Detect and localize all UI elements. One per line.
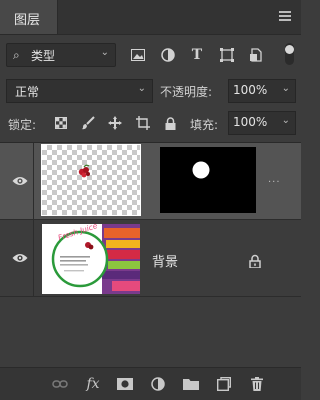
background-thumbnail[interactable]: Fresh Juice: [42, 224, 140, 294]
tab-layers-label: 图层: [14, 13, 41, 28]
layer-divider: [33, 143, 34, 219]
lock-label: 锁定:: [8, 118, 37, 132]
layer-style-fx-icon[interactable]: fx: [85, 376, 101, 392]
filter-type-icon[interactable]: T: [189, 47, 205, 63]
layers-bottom-toolbar: fx: [0, 367, 301, 400]
filter-shape-icon[interactable]: [219, 47, 235, 63]
filter-pixel-icon[interactable]: [130, 47, 146, 63]
opacity-value: 100%: [233, 83, 268, 97]
chevron-down-icon: ⌄: [281, 115, 290, 126]
search-icon: ⌕: [13, 48, 20, 62]
filter-kind-label: 类型: [31, 49, 56, 63]
filter-adjustment-icon[interactable]: [160, 47, 176, 63]
new-group-folder-icon[interactable]: [183, 376, 199, 392]
layer-filter-row: ⌕ 类型 ⌄ T: [0, 35, 301, 73]
lock-brush-icon[interactable]: [80, 115, 96, 131]
opacity-input[interactable]: 100% ⌄: [228, 79, 296, 103]
new-adjustment-icon[interactable]: [150, 376, 166, 392]
visibility-eye-icon[interactable]: [12, 252, 28, 264]
fill-label: 填充:: [190, 118, 219, 132]
lock-artboard-icon[interactable]: [135, 115, 151, 131]
panel-menu-icon[interactable]: [279, 11, 291, 21]
blend-row: 正常 ⌄ 不透明度: 100% ⌄: [0, 76, 301, 104]
lock-all-icon[interactable]: [162, 115, 178, 131]
chevron-down-icon: ⌄: [137, 83, 146, 94]
chevron-down-icon: ⌄: [100, 47, 109, 58]
fill-input[interactable]: 100% ⌄: [228, 111, 296, 135]
fill-value: 100%: [233, 115, 268, 129]
more-options-icon[interactable]: ···: [268, 177, 281, 188]
lock-icon: [249, 254, 261, 269]
new-layer-icon[interactable]: [216, 376, 232, 392]
layer-name-background[interactable]: 背景: [152, 251, 178, 270]
blend-mode-select[interactable]: 正常 ⌄: [6, 79, 153, 103]
filter-kind-select[interactable]: ⌕ 类型 ⌄: [6, 43, 116, 67]
layer-row-background[interactable]: Fresh Juice 背景: [0, 220, 301, 297]
lock-transparent-icon[interactable]: [53, 115, 69, 131]
lock-row: 锁定: 填充: 100% ⌄: [0, 110, 301, 138]
layer-mask-thumbnail[interactable]: [160, 147, 256, 213]
tab-layers[interactable]: 图层: [0, 0, 58, 34]
blend-mode-value: 正常: [15, 85, 40, 99]
link-layers-icon[interactable]: [52, 376, 68, 392]
opacity-label: 不透明度:: [160, 85, 213, 99]
chevron-down-icon: ⌄: [281, 83, 290, 94]
lock-move-icon[interactable]: [107, 115, 123, 131]
panel-tab-bar: 图层: [0, 0, 301, 35]
layer-thumbnail[interactable]: [41, 144, 141, 216]
layer-divider: [33, 220, 34, 296]
delete-layer-trash-icon[interactable]: [249, 376, 265, 392]
add-mask-icon[interactable]: [117, 376, 133, 392]
layer-row-masked[interactable]: ···: [0, 143, 301, 220]
filter-smart-object-icon[interactable]: [248, 47, 264, 63]
visibility-eye-icon[interactable]: [12, 175, 28, 187]
filter-toggle[interactable]: [285, 43, 294, 65]
